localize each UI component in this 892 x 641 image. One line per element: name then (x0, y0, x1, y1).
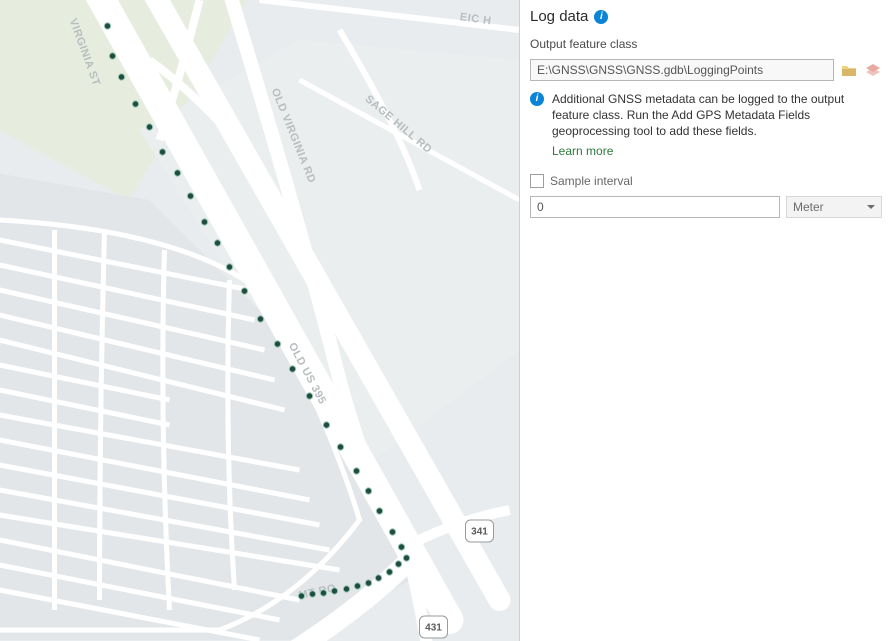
info-icon[interactable]: i (594, 10, 608, 24)
log-point (132, 101, 138, 107)
log-point (331, 588, 337, 594)
log-data-panel: Log data i Output feature class i Additi… (520, 0, 892, 641)
sample-interval-label: Sample interval (550, 174, 633, 188)
browse-folder-icon[interactable] (840, 61, 858, 79)
log-point (403, 555, 409, 561)
log-point (226, 264, 232, 270)
sample-interval-checkbox[interactable] (530, 174, 544, 188)
hwy-shield-431: 431 (420, 616, 448, 638)
log-point (375, 575, 381, 581)
log-point (337, 444, 343, 450)
log-point (289, 366, 295, 372)
log-point (298, 593, 304, 599)
metadata-hint-text: Additional GNSS metadata can be logged t… (552, 91, 882, 140)
metadata-hint: i Additional GNSS metadata can be logged… (530, 87, 882, 158)
info-icon: i (530, 92, 544, 106)
log-point (395, 561, 401, 567)
log-point (323, 422, 329, 428)
log-point (274, 341, 280, 347)
log-point (309, 591, 315, 597)
log-point (306, 393, 312, 399)
learn-more-link[interactable]: Learn more (552, 144, 613, 158)
output-feature-class-label: Output feature class (530, 37, 882, 51)
map-canvas: VIRGINIA ST OLD VIRGINIA RD SAGE HILL RD… (0, 0, 519, 641)
sample-interval-unit-value: Meter (793, 200, 824, 214)
log-point (365, 488, 371, 494)
app-root: VIRGINIA ST OLD VIRGINIA RD SAGE HILL RD… (0, 0, 892, 641)
sample-interval-input[interactable] (530, 196, 780, 218)
log-point (104, 23, 110, 29)
log-point (320, 590, 326, 596)
hwy-shield-341: 341 (466, 520, 494, 542)
log-point (376, 508, 382, 514)
log-point (214, 240, 220, 246)
log-point (389, 529, 395, 535)
panel-title-row: Log data i (530, 8, 882, 25)
panel-title: Log data (530, 8, 588, 25)
log-point (257, 316, 263, 322)
svg-text:341: 341 (471, 527, 488, 538)
log-point (159, 149, 165, 155)
log-point (343, 586, 349, 592)
log-point (398, 544, 404, 550)
log-point (201, 219, 207, 225)
sample-interval-input-row: Meter (530, 196, 882, 218)
log-point (386, 569, 392, 575)
log-point (174, 170, 180, 176)
log-point (365, 580, 371, 586)
log-point (241, 288, 247, 294)
svg-text:431: 431 (425, 623, 442, 634)
log-point (146, 124, 152, 130)
log-point (118, 74, 124, 80)
log-point (187, 193, 193, 199)
layer-icon[interactable] (864, 61, 882, 79)
log-point (354, 583, 360, 589)
output-feature-class-row (530, 59, 882, 81)
output-feature-class-input[interactable] (530, 59, 834, 81)
map-view[interactable]: VIRGINIA ST OLD VIRGINIA RD SAGE HILL RD… (0, 0, 520, 641)
sample-interval-unit-select[interactable]: Meter (786, 196, 882, 218)
log-point (353, 468, 359, 474)
log-point (109, 53, 115, 59)
sample-interval-row: Sample interval (530, 174, 882, 188)
